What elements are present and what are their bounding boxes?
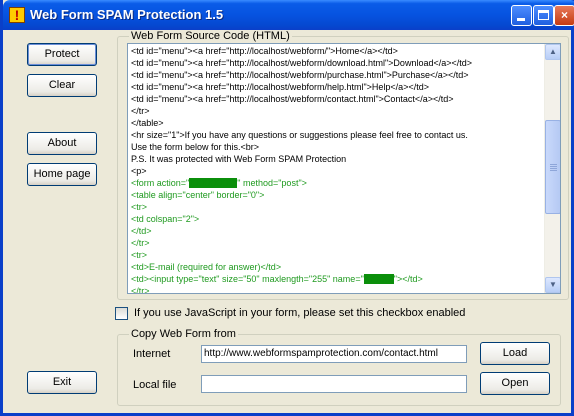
code-line-text: <form action=" (131, 178, 190, 188)
code-line-text: <table align="center" border="0"> (131, 190, 265, 200)
code-line-text: <p> (131, 166, 147, 176)
code-line: <tr> (131, 249, 541, 261)
code-line-text: <td id="menu"><a href="http://localhost/… (131, 46, 398, 56)
code-line: <table align="center" border="0"> (131, 189, 541, 201)
code-line-text: <tr> (131, 202, 148, 212)
code-line: <td>E-mail (required for answer)</td> (131, 261, 541, 273)
vertical-scrollbar[interactable]: ▲ ▼ (544, 44, 560, 293)
source-code-textarea[interactable]: <td id="menu"><a href="http://localhost/… (127, 43, 561, 294)
code-line-text: <tr> (131, 250, 148, 260)
minimize-icon (517, 18, 525, 21)
code-line: <td><input type="text" size="50" maxleng… (131, 273, 541, 285)
code-lines: <td id="menu"><a href="http://localhost/… (131, 45, 541, 294)
code-line: P.S. It was protected with Web Form SPAM… (131, 153, 541, 165)
code-line: <hr size="1">If you have any questions o… (131, 129, 541, 141)
close-icon: × (560, 8, 568, 22)
grip-line (550, 166, 557, 167)
code-line-text: <hr size="1">If you have any questions o… (131, 130, 468, 140)
code-line-text: <td id="menu"><a href="http://localhost/… (131, 94, 454, 104)
code-line: <td id="menu"><a href="http://localhost/… (131, 57, 541, 69)
redacted-token: XXXXXXXX (189, 178, 238, 188)
grip-line (550, 170, 557, 171)
home-page-button[interactable]: Home page (27, 163, 97, 186)
javascript-checkbox[interactable] (115, 307, 128, 320)
protect-button[interactable]: Protect (27, 43, 97, 66)
code-line-text: Use the form below for this.<br> (131, 142, 260, 152)
grip-line (550, 164, 557, 165)
code-line-text: <td id="menu"><a href="http://localhost/… (131, 58, 472, 68)
code-line: <td id="menu"><a href="http://localhost/… (131, 93, 541, 105)
maximize-button[interactable] (533, 5, 554, 26)
code-line: </tr> (131, 105, 541, 117)
code-line-text: </table> (131, 118, 164, 128)
app-icon: ! (9, 7, 25, 23)
code-line: <td id="menu"><a href="http://localhost/… (131, 45, 541, 57)
redacted-token: XXXXX (363, 274, 394, 284)
scrollbar-thumb[interactable] (545, 120, 560, 214)
code-line: <td id="menu"><a href="http://localhost/… (131, 69, 541, 81)
internet-label: Internet (133, 348, 171, 360)
code-line: </td> (131, 225, 541, 237)
code-line-text: <td>E-mail (required for answer)</td> (131, 262, 282, 272)
local-file-label: Local file (133, 379, 177, 391)
exit-button[interactable]: Exit (27, 371, 97, 394)
code-line: <td colspan="2"> (131, 213, 541, 225)
scroll-up-icon[interactable]: ▲ (545, 44, 560, 60)
title-bar[interactable]: ! Web Form SPAM Protection 1.5 × (3, 0, 574, 30)
code-line-text: <td colspan="2"> (131, 214, 200, 224)
code-line: </tr> (131, 285, 541, 294)
minimize-button[interactable] (511, 5, 532, 26)
code-line-text: </td> (131, 226, 152, 236)
code-line-text: " method="post"> (237, 178, 307, 188)
code-line-text: P.S. It was protected with Web Form SPAM… (131, 154, 347, 164)
close-button[interactable]: × (554, 5, 574, 26)
code-line-text: </tr> (131, 106, 150, 116)
code-line-text: <td id="menu"><a href="http://localhost/… (131, 70, 469, 80)
code-line-text: </tr> (131, 286, 150, 294)
code-line: </tr> (131, 237, 541, 249)
window-title: Web Form SPAM Protection 1.5 (30, 7, 224, 22)
internet-url-field[interactable]: http://www.webformspamprotection.com/con… (201, 345, 467, 363)
open-button[interactable]: Open (480, 372, 550, 395)
code-line-text: "></td> (393, 274, 423, 284)
code-line: <p> (131, 165, 541, 177)
maximize-icon (538, 10, 549, 20)
code-line: <form action="XXXXXXXX" method="post"> (131, 177, 541, 189)
grip-line (550, 168, 557, 169)
load-button[interactable]: Load (480, 342, 550, 365)
source-code-group-label: Web Form Source Code (HTML) (129, 30, 292, 42)
code-line-text: <td><input type="text" size="50" maxleng… (131, 274, 364, 284)
javascript-checkbox-label: If you use JavaScript in your form, plea… (134, 307, 466, 319)
scroll-down-icon[interactable]: ▼ (545, 277, 560, 293)
code-line-text: <td id="menu"><a href="http://localhost/… (131, 82, 429, 92)
local-file-field[interactable] (201, 375, 467, 393)
main-window: ! Web Form SPAM Protection 1.5 × Protect… (0, 0, 574, 416)
about-button[interactable]: About (27, 132, 97, 155)
code-line-text: </tr> (131, 238, 150, 248)
code-line: <tr> (131, 201, 541, 213)
code-line: <td id="menu"><a href="http://localhost/… (131, 81, 541, 93)
code-line: </table> (131, 117, 541, 129)
copy-web-form-group-label: Copy Web Form from (129, 328, 238, 340)
clear-button[interactable]: Clear (27, 74, 97, 97)
code-line: Use the form below for this.<br> (131, 141, 541, 153)
